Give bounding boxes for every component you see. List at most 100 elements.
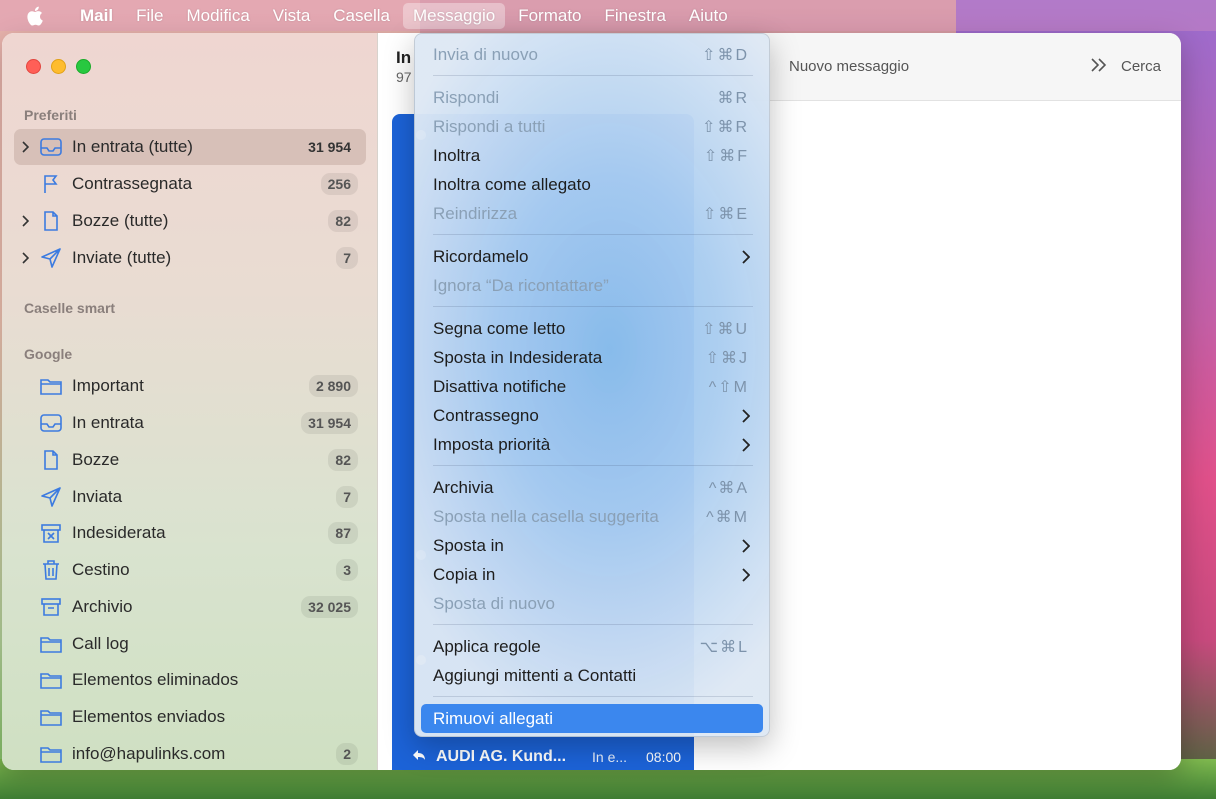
menu-item-inoltra[interactable]: Inoltra ⇧⌘F <box>421 141 763 170</box>
sidebar-item-elementos-enviados[interactable]: Elementos enviados <box>14 699 366 735</box>
menu-formato[interactable]: Formato <box>508 3 591 29</box>
menu-bar: Mail File Modifica Vista Casella Messagg… <box>0 0 1216 31</box>
sidebar-item-sent[interactable]: Inviata 7 <box>14 479 366 515</box>
menu-item-sposta-nella-casella-suggerita: Sposta nella casella suggerita ^⌘M <box>421 502 763 531</box>
menu-item-aggiungi-mittenti-a-contatti[interactable]: Aggiungi mittenti a Contatti <box>421 661 763 690</box>
menu-item-label: Ignora “Da ricontattare” <box>433 275 609 295</box>
sidebar-item-inbox[interactable]: In entrata 31 954 <box>14 405 366 441</box>
count-badge: 82 <box>328 449 358 471</box>
sidebar-item-junk[interactable]: Indesiderata 87 <box>14 515 366 551</box>
reply-arrow-icon <box>412 748 426 766</box>
chevron-right-icon[interactable] <box>18 252 32 264</box>
menu-item-label: Rispondi <box>433 87 500 107</box>
messaggio-menu-dropdown: Invia di nuovo ⇧⌘D Rispondi ⌘R Rispondi a tu… <box>414 33 770 737</box>
menu-item-disattiva-notifiche[interactable]: Disattiva notifiche ^⇧M <box>421 372 763 401</box>
sidebar-item-sent-all[interactable]: Inviate (tutte) 7 <box>14 240 366 276</box>
sidebar-item-call-log[interactable]: Call log <box>14 626 366 662</box>
menu-item-shortcut: ⇧⌘U <box>702 320 749 338</box>
sidebar-item-flagged[interactable]: Contrassegnata 256 <box>14 166 366 202</box>
chevron-right-icon[interactable] <box>18 215 32 227</box>
menu-app-mail[interactable]: Mail <box>70 3 123 29</box>
menu-item-copia-in[interactable]: Copia in <box>421 560 763 589</box>
message-sender: AUDI AG. Kund... <box>436 748 567 765</box>
submenu-chevron-icon <box>737 437 753 452</box>
menu-item-rimuovi-allegati[interactable]: Rimuovi allegati <box>421 704 763 733</box>
section-smart-title[interactable]: Caselle smart <box>24 300 115 316</box>
sidebar-item-label: Inviata <box>72 487 123 506</box>
menu-item-shortcut: ^⌘M <box>706 508 749 526</box>
apple-logo-icon[interactable] <box>26 6 44 26</box>
sidebar-item-label: Inviate (tutte) <box>72 248 172 267</box>
menu-item-ignora-da-ricontattare: Ignora “Da ricontattare” <box>421 271 763 300</box>
sidebar-item-hapulinks[interactable]: info@hapulinks.com 2 <box>14 736 366 770</box>
sidebar-item-drafts[interactable]: Bozze 82 <box>14 442 366 478</box>
menu-item-shortcut: ^⇧M <box>708 378 749 396</box>
count-badge: 256 <box>320 173 358 195</box>
new-message-button[interactable]: Nuovo messaggio <box>789 58 909 75</box>
menu-item-shortcut: ⌘R <box>717 89 749 107</box>
menu-item-rispondi: Rispondi ⌘R <box>421 83 763 112</box>
sidebar-item-important[interactable]: Important 2 890 <box>14 368 366 404</box>
document-icon <box>38 449 64 471</box>
menu-finestra[interactable]: Finestra <box>595 3 676 29</box>
chevron-right-icon[interactable] <box>18 141 32 153</box>
menu-item-label: Contrassegno <box>433 405 539 425</box>
menu-item-shortcut: ⌥⌘L <box>699 638 749 656</box>
menu-separator <box>433 75 753 76</box>
inbox-icon <box>38 412 64 434</box>
menu-item-label: Sposta in <box>433 535 504 555</box>
menu-item-label: Rispondi a tutti <box>433 116 546 136</box>
menu-item-shortcut: ^⌘A <box>708 479 749 497</box>
menu-item-label: Invia di nuovo <box>433 44 538 64</box>
search-button[interactable]: Cerca <box>1121 58 1161 75</box>
menu-modifica[interactable]: Modifica <box>176 3 259 29</box>
menu-messaggio[interactable]: Messaggio <box>402 2 506 29</box>
sidebar-item-trash[interactable]: Cestino 3 <box>14 552 366 588</box>
sidebar-item-label: Elementos eliminados <box>72 670 239 689</box>
window-controls <box>26 59 91 74</box>
count-badge: 7 <box>336 486 358 508</box>
minimize-button[interactable] <box>51 59 66 74</box>
section-google-title[interactable]: Google <box>24 346 72 362</box>
menu-item-label: Inoltra <box>433 145 481 165</box>
menu-item-shortcut: ⇧⌘E <box>702 205 749 223</box>
close-button[interactable] <box>26 59 41 74</box>
menu-item-inoltra-come-allegato[interactable]: Inoltra come allegato <box>421 170 763 199</box>
sidebar-item-label: Indesiderata <box>72 523 166 542</box>
menu-file[interactable]: File <box>126 3 173 29</box>
sidebar-item-archive[interactable]: Archivio 32 025 <box>14 589 366 625</box>
menu-item-contrassegno[interactable]: Contrassegno <box>421 401 763 430</box>
menu-item-reindirizza: Reindirizza ⇧⌘E <box>421 199 763 228</box>
menu-vista[interactable]: Vista <box>263 3 321 29</box>
count-badge: 3 <box>336 559 358 581</box>
sidebar-item-label: Bozze <box>72 450 120 469</box>
menu-item-imposta-priorit[interactable]: Imposta priorità <box>421 430 763 459</box>
sidebar-item-elementos-eliminados[interactable]: Elementos eliminados <box>14 662 366 698</box>
menu-separator <box>433 696 753 697</box>
folder-icon <box>38 669 64 691</box>
list-item[interactable]: AUDI AG. Kund... In e... 08:00 <box>412 744 702 770</box>
sidebar-item-inbox-all[interactable]: In entrata (tutte) 31 954 <box>14 129 366 165</box>
sidebar-item-label: Elementos enviados <box>72 707 226 726</box>
menu-item-label: Sposta di nuovo <box>433 593 555 613</box>
zoom-button[interactable] <box>76 59 91 74</box>
menu-item-ricordamelo[interactable]: Ricordamelo <box>421 242 763 271</box>
menu-item-sposta-in-indesiderata[interactable]: Sposta in Indesiderata ⇧⌘J <box>421 343 763 372</box>
sidebar-item-drafts-all[interactable]: Bozze (tutte) 82 <box>14 203 366 239</box>
menu-item-label: Applica regole <box>433 636 541 656</box>
menu-item-label: Imposta priorità <box>433 434 551 454</box>
submenu-chevron-icon <box>737 567 753 582</box>
menu-item-segna-come-letto[interactable]: Segna come letto ⇧⌘U <box>421 314 763 343</box>
sidebar-item-label: Contrassegnata <box>72 174 193 193</box>
menu-item-archivia[interactable]: Archivia ^⌘A <box>421 473 763 502</box>
menu-item-sposta-in[interactable]: Sposta in <box>421 531 763 560</box>
menu-item-label: Sposta nella casella suggerita <box>433 506 659 526</box>
menu-casella[interactable]: Casella <box>323 3 400 29</box>
menu-aiuto[interactable]: Aiuto <box>679 3 738 29</box>
more-chevrons-icon[interactable] <box>1089 55 1111 77</box>
menu-separator <box>433 624 753 625</box>
flag-icon <box>38 173 64 195</box>
paperplane-icon <box>38 247 64 269</box>
menu-item-applica-regole[interactable]: Applica regole ⌥⌘L <box>421 632 763 661</box>
menu-item-shortcut: ⇧⌘J <box>705 349 749 367</box>
